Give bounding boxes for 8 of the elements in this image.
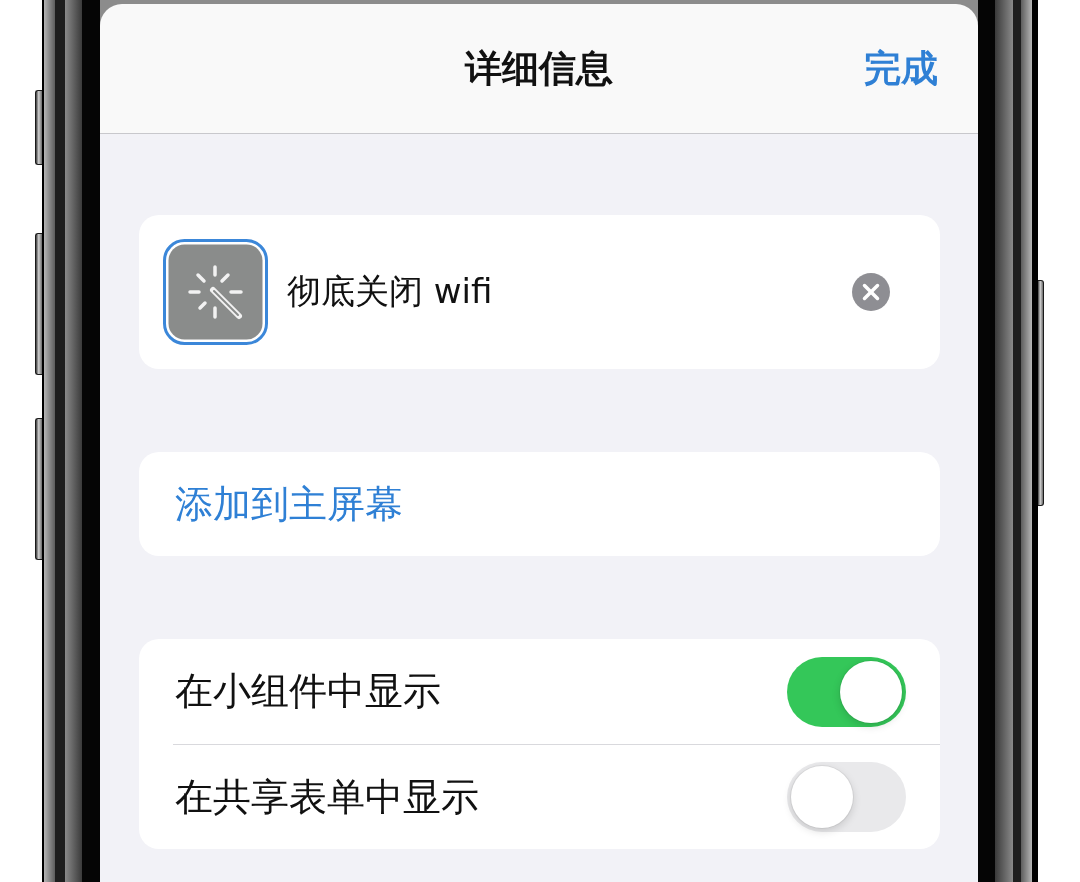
- clear-icon[interactable]: [852, 273, 890, 311]
- sheet-title: 详细信息: [465, 45, 613, 92]
- done-button[interactable]: 完成: [864, 43, 938, 94]
- name-field[interactable]: 彻底关闭 wifi: [287, 268, 833, 316]
- setting-label: 在共享表单中显示: [175, 773, 479, 821]
- add-to-home-screen-button[interactable]: 添加到主屏幕: [139, 452, 940, 556]
- setting-label: 在小组件中显示: [175, 668, 441, 715]
- magic-wand-icon[interactable]: [163, 239, 268, 345]
